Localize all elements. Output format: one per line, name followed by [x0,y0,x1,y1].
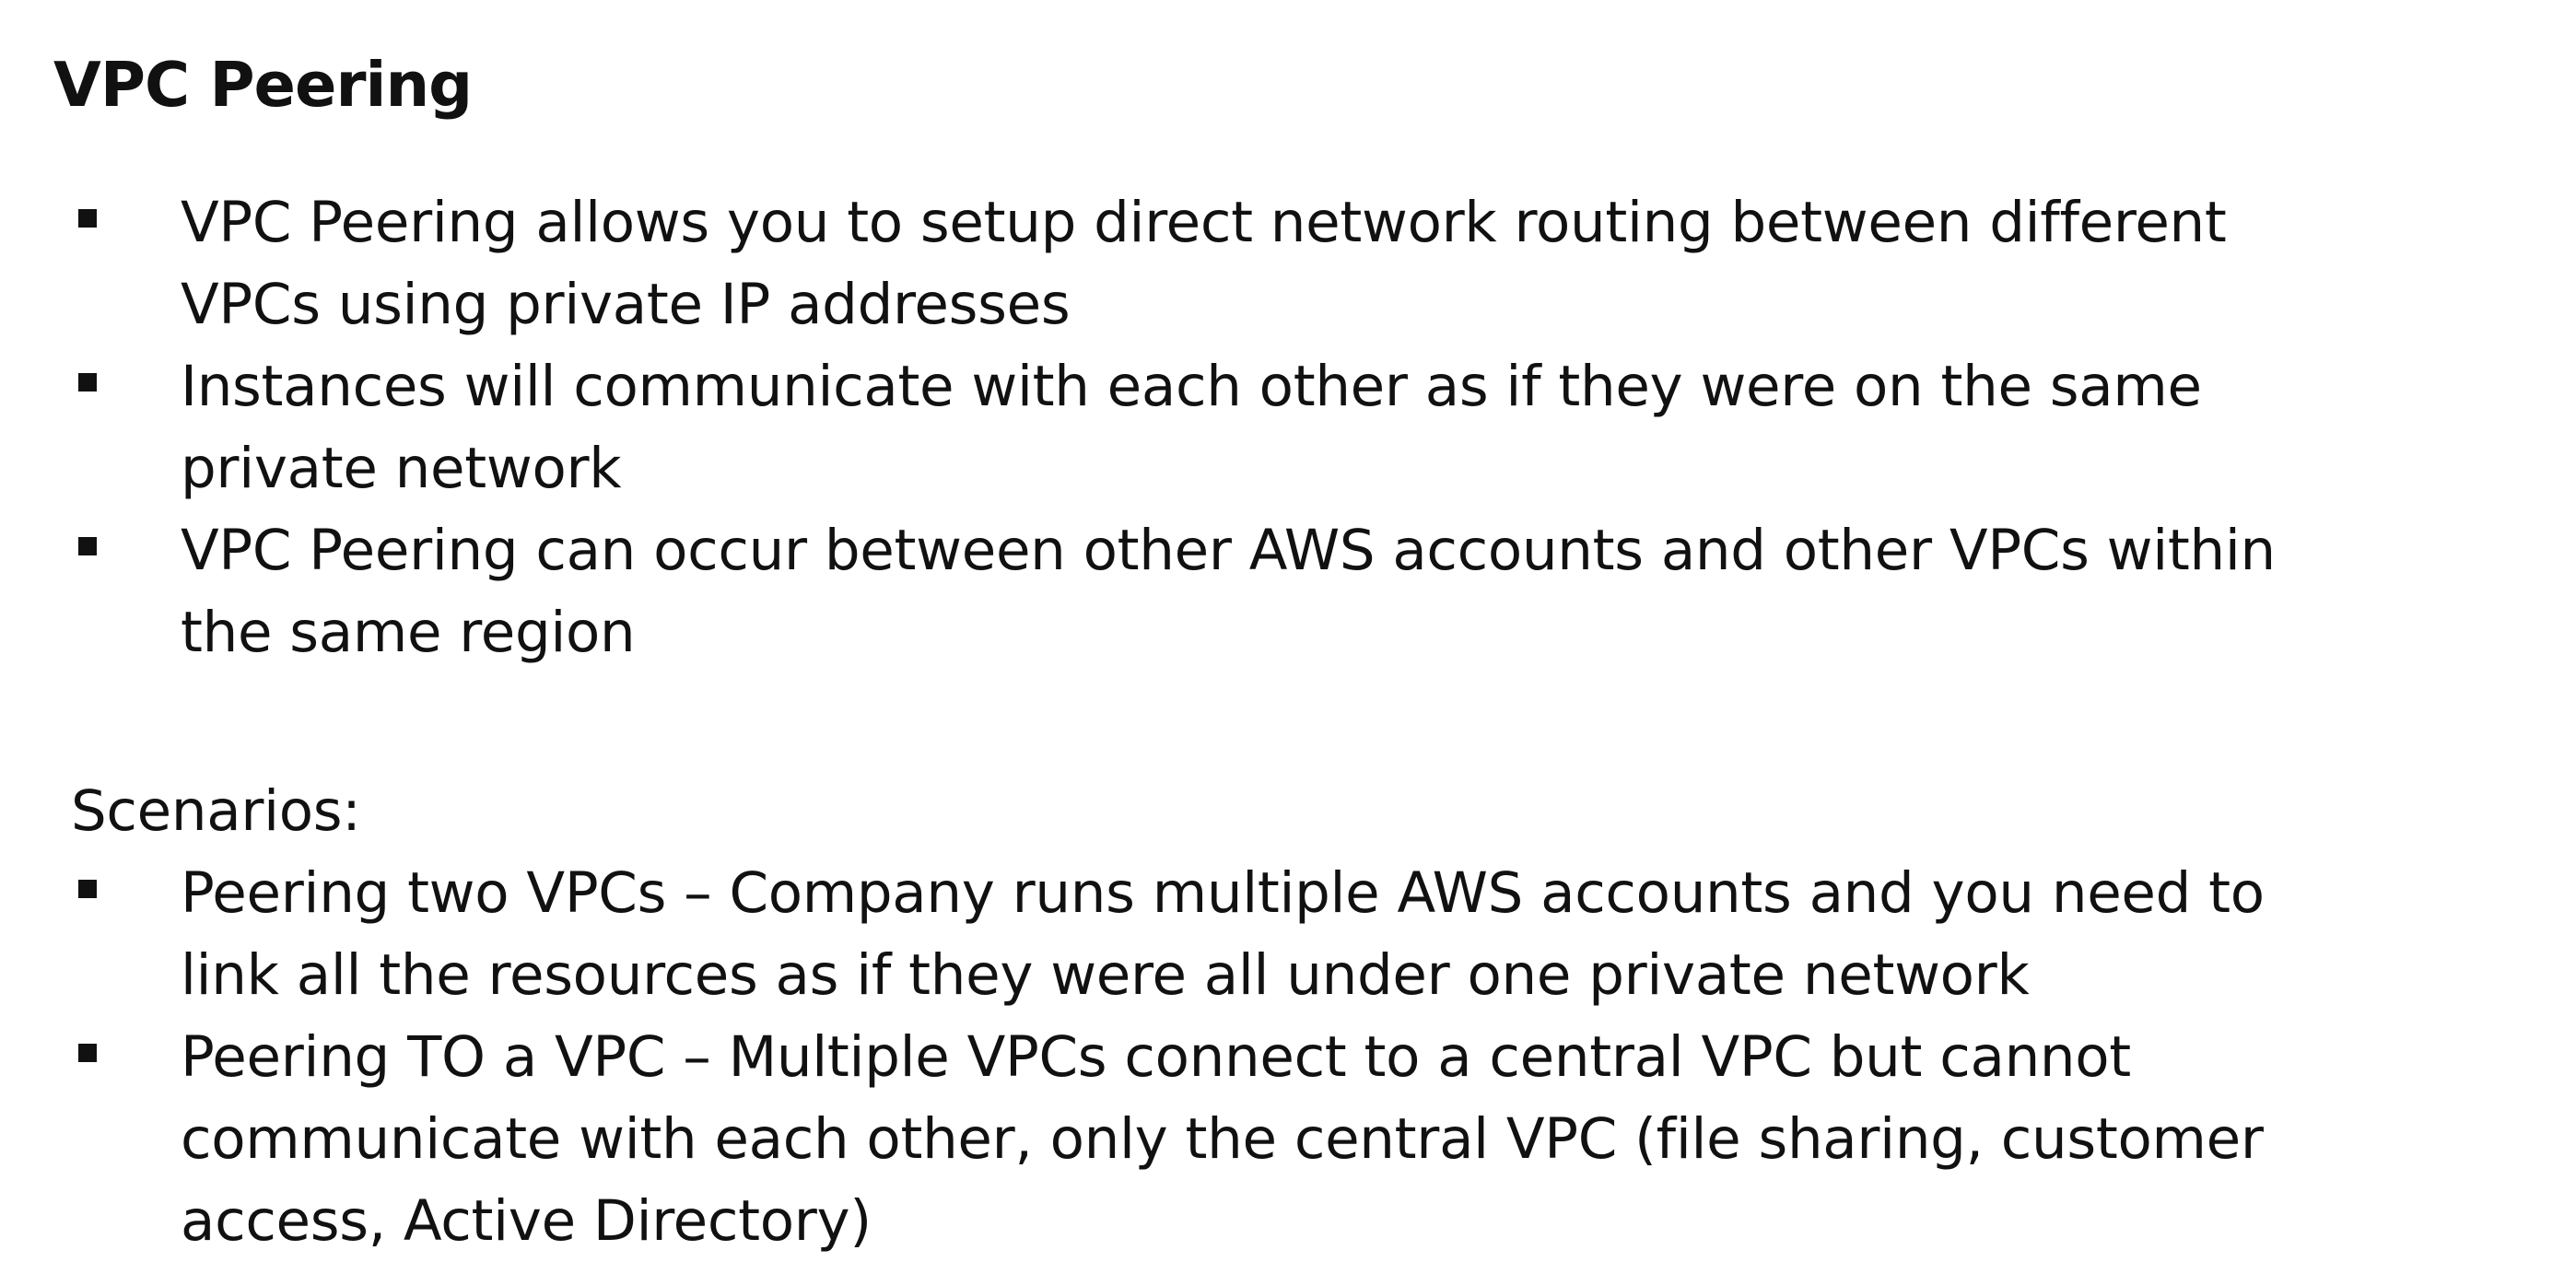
square-bullet-icon [78,1044,97,1062]
list-item-text-line: Peering TO a VPC – Multiple VPCs connect… [181,1024,2131,1090]
list-item-text-line: Peering two VPCs – Company runs multiple… [181,860,2265,926]
slide-title: VPC Peering [53,49,473,121]
list-item-text-line: VPCs using private IP addresses [181,272,1071,337]
list-item-text-line: VPC Peering allows you to setup direct n… [181,190,2227,255]
list-item: VPC Peering allows you to setup direct n… [0,181,2539,345]
list-item-text-line: private network [181,436,622,501]
list-item: Instances will communicate with each oth… [0,345,2539,509]
list-item-text-line: VPC Peering can occur between other AWS … [181,518,2276,583]
scenarios-heading: Scenarios: [71,778,361,844]
bullet-list: VPC Peering allows you to setup direct n… [0,181,2539,673]
slide: VPC Peering VPC Peering allows you to se… [0,0,2576,1256]
square-bullet-icon [78,880,97,898]
list-item-text-line: communicate with each other, only the ce… [181,1106,2264,1172]
square-bullet-icon [78,537,97,555]
scenarios-list: Peering two VPCs – Company runs multiple… [0,852,2539,1262]
list-item: Peering two VPCs – Company runs multiple… [0,852,2539,1016]
list-item-text-line: the same region [181,600,636,665]
list-item: VPC Peering can occur between other AWS … [0,509,2539,673]
square-bullet-icon [78,209,97,228]
list-item-text-line: link all the resources as if they were a… [181,942,2030,1008]
list-item-text-line: Instances will communicate with each oth… [181,354,2202,419]
list-item: Peering TO a VPC – Multiple VPCs connect… [0,1016,2539,1262]
list-item-text-line: access, Active Directory) [181,1188,872,1254]
square-bullet-icon [78,373,97,391]
